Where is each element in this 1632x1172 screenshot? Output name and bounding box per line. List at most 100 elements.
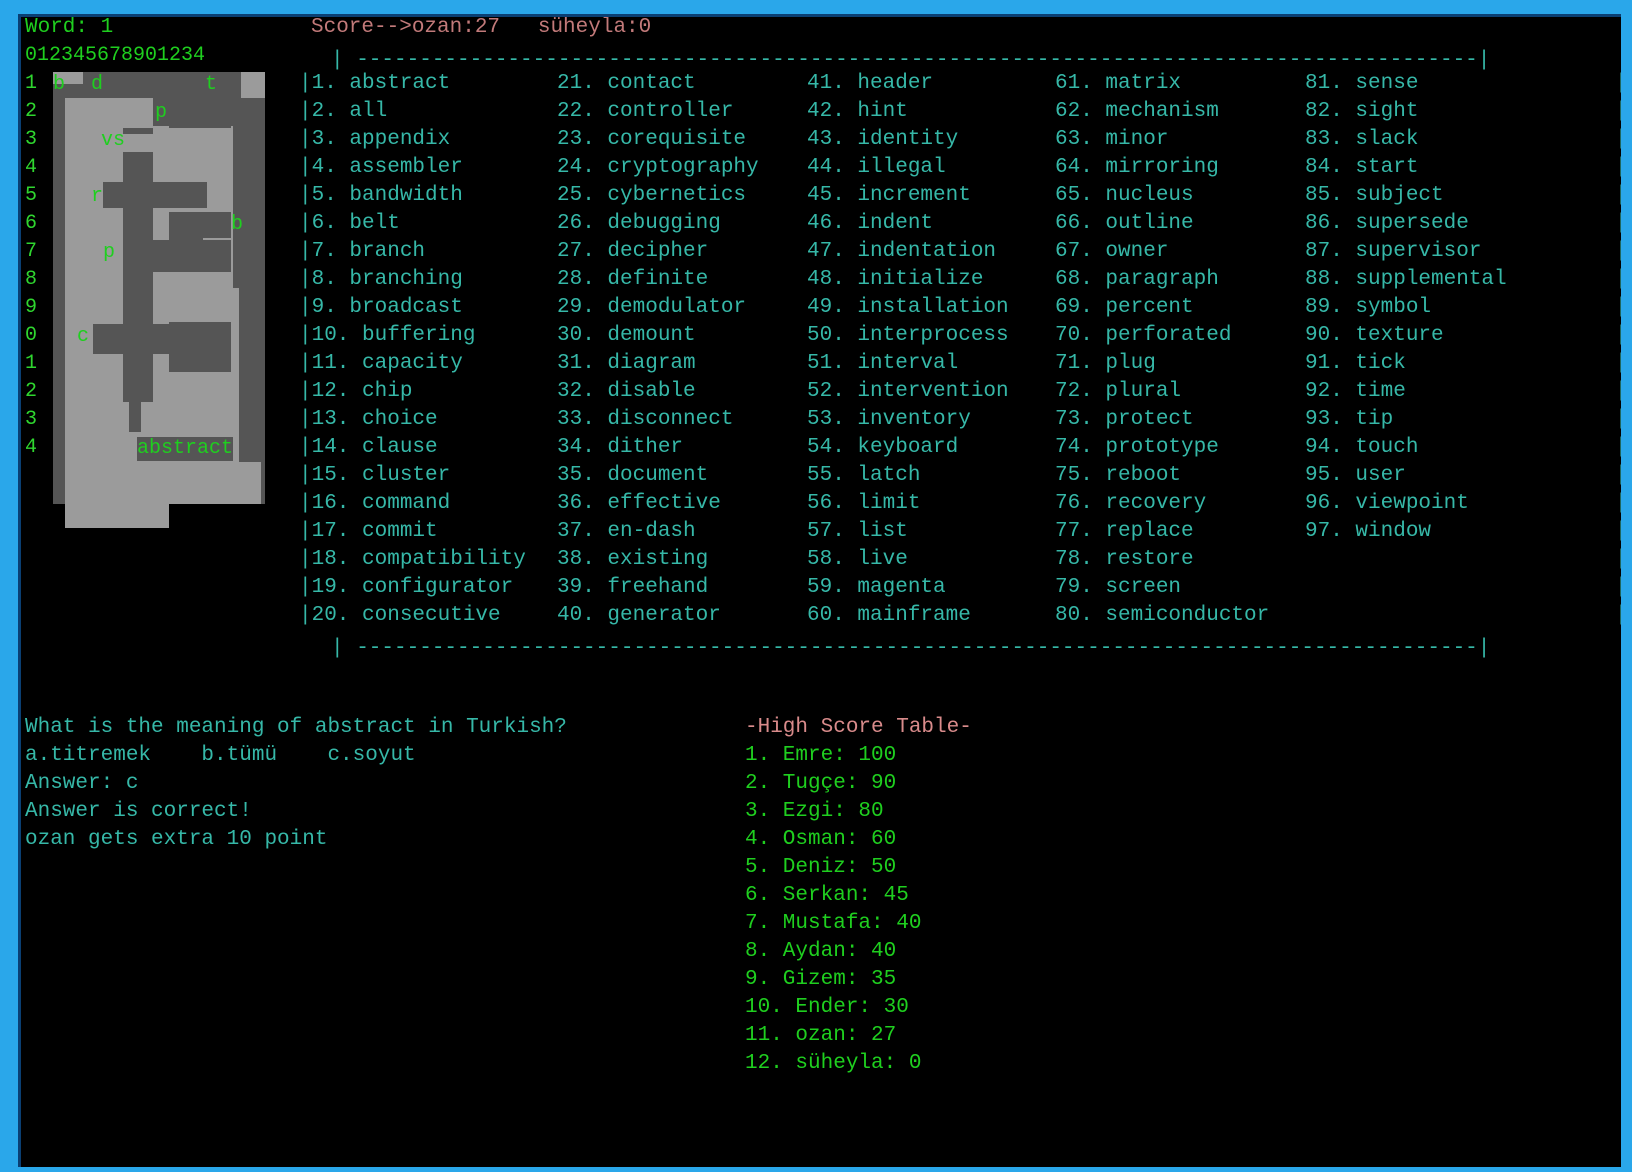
word-list-right-border: |	[1615, 181, 1621, 210]
word-list-item: 56. limit	[807, 492, 921, 515]
word-list-item: |4. assembler	[299, 156, 463, 179]
word-list-right-border: |	[1615, 349, 1621, 378]
word-list-item: 70. perforated	[1055, 324, 1232, 347]
word-list-item: |2. all	[299, 100, 388, 123]
grid-row-label: 5	[25, 184, 38, 207]
high-score-entry: 8. Aydan: 40	[745, 940, 897, 963]
grid-letter: p	[155, 101, 168, 124]
word-list-item: 49. installation	[807, 296, 1009, 319]
high-score-entry: 4. Osman: 60	[745, 828, 897, 851]
word-list-item: 51. interval	[807, 352, 959, 375]
high-score-entry: 7. Mustafa: 40	[745, 912, 922, 935]
word-list-right-border: |	[1615, 125, 1621, 154]
word-list-item: 28. definite	[557, 268, 709, 291]
grid-letter: vs	[101, 129, 126, 152]
word-list-item: 32. disable	[557, 380, 696, 403]
quiz-question: What is the meaning of abstract in Turki…	[25, 716, 567, 739]
word-list-item: |6. belt	[299, 212, 400, 235]
word-list-item: |7. branch	[299, 240, 426, 263]
word-list-item: 44. illegal	[807, 156, 946, 179]
word-list-item: 22. controller	[557, 100, 734, 123]
word-list-item: 39. freehand	[557, 576, 709, 599]
grid-block	[65, 462, 261, 504]
grid-block	[145, 272, 237, 322]
word-list-right-border: |	[1615, 293, 1621, 322]
word-list-item: 53. inventory	[807, 408, 971, 431]
grid-block	[93, 324, 233, 354]
word-list-item: 50. interprocess	[807, 324, 1009, 347]
word-list-item: 46. indent	[807, 212, 934, 235]
word-list-right-border: |	[1615, 405, 1621, 434]
word-list-item: |8. branching	[299, 268, 463, 291]
grid-found-word: abstract	[137, 437, 234, 461]
high-score-entry: 9. Gizem: 35	[745, 968, 897, 991]
quiz-result: Answer is correct!	[25, 800, 252, 823]
high-score-entry: 3. Ezgi: 80	[745, 800, 884, 823]
word-list-right-border: |	[1615, 377, 1621, 406]
grid-block	[103, 182, 207, 208]
grid-row-label: 3	[25, 408, 38, 431]
word-list-right-border: |	[1615, 489, 1621, 518]
word-list-item: 57. list	[807, 520, 908, 543]
grid-row-label: 1	[25, 352, 38, 375]
grid-letter: b	[53, 73, 66, 96]
word-list-item: 42. hint	[807, 100, 908, 123]
word-list-item: 91. tick	[1305, 352, 1406, 375]
word-list-right-border: |	[1615, 517, 1621, 546]
grid-row-label: 7	[25, 240, 38, 263]
word-list-item: 68. paragraph	[1055, 268, 1219, 291]
high-score-title: -High Score Table-	[745, 716, 972, 739]
word-list-item: 41. header	[807, 72, 934, 95]
word-list-item: 84. start	[1305, 156, 1419, 179]
word-list-item: 83. slack	[1305, 128, 1419, 151]
word-list-item: 90. texture	[1305, 324, 1444, 347]
word-list-item: 75. reboot	[1055, 464, 1182, 487]
word-list-item: 95. user	[1305, 464, 1406, 487]
word-list-item: 66. outline	[1055, 212, 1194, 235]
word-list-item: 80. semiconductor	[1055, 604, 1270, 627]
word-list-item: |15. cluster	[299, 464, 451, 487]
grid-block	[129, 402, 141, 432]
grid-row-label: 2	[25, 380, 38, 403]
word-list-right-border: |	[1615, 209, 1621, 238]
word-list-item: 23. corequisite	[557, 128, 747, 151]
word-list-item: 67. owner	[1055, 240, 1169, 263]
high-score-entry: 2. Tugçe: 90	[745, 772, 897, 795]
word-list-item: 79. screen	[1055, 576, 1182, 599]
grid-letter: t	[205, 73, 218, 96]
word-list-item: 81. sense	[1305, 72, 1419, 95]
word-list-item: 59. magenta	[807, 576, 946, 599]
word-list-item: 27. decipher	[557, 240, 709, 263]
word-list-right-border: |	[1615, 69, 1621, 98]
word-list-item: 35. document	[557, 464, 709, 487]
grid-block	[241, 72, 265, 98]
word-list-top-border: | --------------------------------------…	[331, 49, 1491, 72]
grid-block	[123, 128, 153, 134]
word-list-item: 29. demodulator	[557, 296, 747, 319]
word-list-item: 47. indentation	[807, 240, 997, 263]
word-list-item: 82. sight	[1305, 100, 1419, 123]
word-list-item: 74. prototype	[1055, 436, 1219, 459]
word-list-item: 55. latch	[807, 464, 921, 487]
word-list-item: 93. tip	[1305, 408, 1394, 431]
word-list-right-border: |	[1615, 601, 1621, 630]
word-list-right-border: |	[1615, 237, 1621, 266]
grid-letter: d	[91, 73, 104, 96]
high-score-entry: 11. ozan: 27	[745, 1024, 897, 1047]
word-list-item: 61. matrix	[1055, 72, 1182, 95]
quiz-answer: Answer: c	[25, 772, 139, 795]
word-list-item: |3. appendix	[299, 128, 451, 151]
high-score-entry: 6. Serkan: 45	[745, 884, 909, 907]
word-list-right-border: |	[1615, 153, 1621, 182]
word-list-bottom-border: | --------------------------------------…	[331, 637, 1491, 660]
word-list-item: 24. cryptography	[557, 156, 759, 179]
window-frame: Word: 1 Score-->ozan:27 süheyla:0 012345…	[0, 0, 1632, 1172]
word-list-item: 43. identity	[807, 128, 959, 151]
word-list-right-border: |	[1615, 433, 1621, 462]
word-list-item: 48. initialize	[807, 268, 984, 291]
word-list-right-border: |	[1615, 97, 1621, 126]
word-list-item: |1. abstract	[299, 72, 451, 95]
grid-row-label: 3	[25, 128, 38, 151]
word-list-item: 52. intervention	[807, 380, 1009, 403]
grid-row-label: 1	[25, 72, 38, 95]
